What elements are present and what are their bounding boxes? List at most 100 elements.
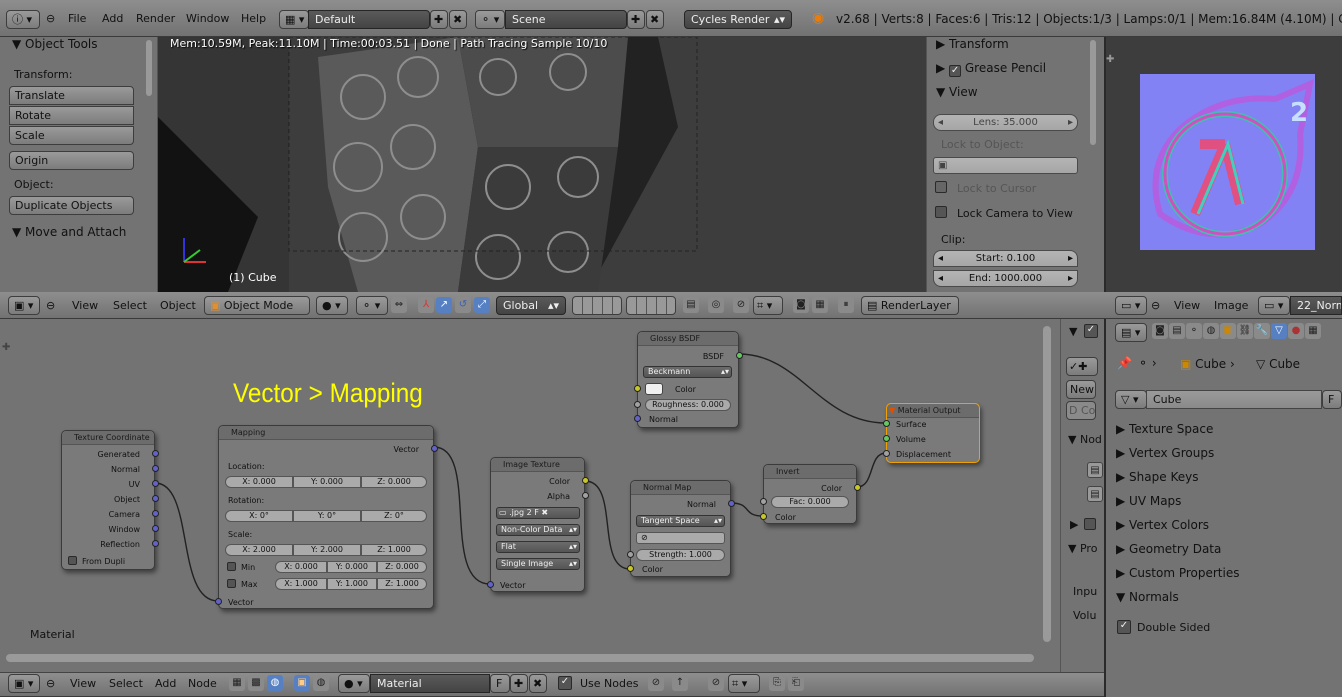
material-add-button[interactable]: ✚ xyxy=(510,674,528,693)
material-browse-button[interactable]: ● ▾ xyxy=(338,674,370,693)
scale-button[interactable]: Scale xyxy=(9,126,134,145)
node-invert[interactable]: Invert Color Fac: 0.000 Color xyxy=(760,464,861,524)
view3d-collapse-icon[interactable]: ⊖ xyxy=(46,299,55,312)
render-layers-tab-icon[interactable]: ▤ xyxy=(1169,323,1185,339)
properties-panel-header[interactable]: ▼ Pro xyxy=(1068,542,1097,555)
collapse-menus-icon[interactable]: ⊖ xyxy=(46,12,55,25)
glossy-color-swatch[interactable] xyxy=(645,383,663,395)
data-tab-icon[interactable]: ▽ xyxy=(1271,323,1287,339)
scl-x-field[interactable]: X: 2.000 xyxy=(225,544,293,556)
layers-grid-1[interactable] xyxy=(572,296,622,315)
loc-y-field[interactable]: Y: 0.000 xyxy=(293,476,361,488)
socket-invert-color[interactable] xyxy=(760,513,767,520)
orientation-dropdown[interactable]: Global ▴▾ xyxy=(496,296,566,315)
loc-x-field[interactable]: X: 0.000 xyxy=(225,476,293,488)
origin-button[interactable]: Origin xyxy=(9,151,134,170)
node-menu-view[interactable]: View xyxy=(70,677,96,690)
socket-object[interactable] xyxy=(152,495,159,502)
socket-glossy-roughness[interactable] xyxy=(634,401,641,408)
compositing-nodes-icon[interactable]: ▩ xyxy=(248,675,264,691)
mesh-fake-user-button[interactable]: F xyxy=(1322,390,1342,409)
max-checkbox[interactable] xyxy=(227,579,236,588)
pin-icon[interactable]: 📌 xyxy=(1117,356,1132,370)
fac-field[interactable]: Fac: 0.000 xyxy=(771,496,849,508)
socket-imgtex-vector[interactable] xyxy=(487,581,494,588)
distribution-dropdown[interactable]: Beckmann ▴▾ xyxy=(643,366,732,378)
paste-nodes-icon[interactable]: ⎗ xyxy=(788,675,804,691)
scl-z-field[interactable]: Z: 1.000 xyxy=(361,544,427,556)
roughness-field[interactable]: Roughness: 0.000 xyxy=(645,399,731,411)
render-layer-field[interactable]: ▤ RenderLayer xyxy=(861,296,959,315)
layout-remove-button[interactable]: ✖ xyxy=(449,10,467,29)
texture-nodes-icon[interactable]: ◍ xyxy=(267,675,283,691)
menu-help[interactable]: Help xyxy=(241,12,266,25)
socket-glossy-normal[interactable] xyxy=(634,415,641,422)
space-dropdown[interactable]: Tangent Space ▴▾ xyxy=(636,515,725,527)
panel-texture-space[interactable]: ▶ Texture Space xyxy=(1110,418,1342,440)
node-sidebar-checkbox[interactable]: ✓ xyxy=(1084,324,1098,338)
image-menu-view[interactable]: View xyxy=(1174,299,1200,312)
panel-shape-keys[interactable]: ▶ Shape Keys xyxy=(1110,466,1342,488)
socket-glossy-color[interactable] xyxy=(634,385,641,392)
translate-manipulator-icon[interactable]: ⅄ xyxy=(418,297,434,313)
image-browse-button[interactable]: ▭ ▾ xyxy=(1258,296,1290,315)
menu-add[interactable]: Add xyxy=(102,12,123,25)
socket-window[interactable] xyxy=(152,525,159,532)
editor-type-info-button[interactable]: ⓘ ▾ xyxy=(6,10,40,29)
node-glossy-bsdf[interactable]: Glossy BSDF BSDF Beckmann ▴▾ Color Roughn… xyxy=(634,331,743,428)
material-name-field[interactable]: Material xyxy=(370,674,490,693)
modifiers-tab-icon[interactable]: 🔧 xyxy=(1254,323,1270,339)
snap-node-element-dropdown[interactable]: ⌗ ▾ xyxy=(728,674,760,693)
min-z-field[interactable]: Z: 0.000 xyxy=(377,561,427,573)
from-dupli-checkbox[interactable] xyxy=(68,556,77,565)
properties-editor-type[interactable]: ▤ ▾ xyxy=(1115,323,1147,342)
move-widget-icon[interactable]: ↗ xyxy=(436,297,452,313)
panel-normals[interactable]: ▼ Normals xyxy=(1110,586,1342,608)
uvmap-field[interactable]: ⊘ xyxy=(636,532,725,544)
node-collapse-icon[interactable]: ⊖ xyxy=(46,677,55,690)
projection-dropdown[interactable]: Single Image ▴▾ xyxy=(496,558,580,570)
socket-output-volume[interactable] xyxy=(883,435,890,442)
min-y-field[interactable]: Y: 0.000 xyxy=(327,561,377,573)
panel-custom-properties[interactable]: ▶ Custom Properties xyxy=(1110,562,1342,584)
render-still-icon[interactable]: ◙ xyxy=(793,297,809,313)
interpolation-dropdown[interactable]: Flat ▴▾ xyxy=(496,541,580,553)
image-name-field[interactable]: 22_Norm xyxy=(1290,296,1342,315)
clip-end-field[interactable]: ◂ End: 1000.000 ▸ xyxy=(933,270,1078,287)
node-normal-map[interactable]: Normal Map Normal Tangent Space ▴▾ ⊘ Stre… xyxy=(627,480,735,577)
max-x-field[interactable]: X: 1.000 xyxy=(275,578,327,590)
node-menu-node[interactable]: Node xyxy=(188,677,217,690)
object-mode-dropdown[interactable]: ▣ Object Mode▴▾ xyxy=(204,296,310,315)
node-image-texture[interactable]: Image Texture Color Alpha ▭ .jpg 2 F ✖ N… xyxy=(487,457,589,592)
mesh-name-field[interactable]: Cube xyxy=(1146,390,1322,409)
new-material-button[interactable]: New xyxy=(1066,380,1096,399)
menu-file[interactable]: File xyxy=(68,12,86,25)
scene-field[interactable]: Scene xyxy=(505,10,627,29)
translate-button[interactable]: Translate xyxy=(9,86,134,105)
use-nodes-checkbox[interactable]: ✓ xyxy=(558,676,572,690)
socket-mapping-out[interactable] xyxy=(431,445,438,452)
node-sidebar-icon-1[interactable]: ▤ xyxy=(1087,462,1103,478)
mesh-browse-button[interactable]: ▽ ▾ xyxy=(1115,390,1147,409)
rot-z-field[interactable]: Z: 0° xyxy=(361,510,427,522)
socket-output-displacement[interactable] xyxy=(883,450,890,457)
socket-output-surface[interactable] xyxy=(883,420,890,427)
socket-camera[interactable] xyxy=(152,510,159,517)
snap-toggle-node-icon[interactable]: ⊘ xyxy=(708,675,724,691)
view-panel-header[interactable]: ▼ View xyxy=(936,85,978,99)
world-tab-icon[interactable]: ◍ xyxy=(1203,323,1219,339)
socket-normalmap-strength[interactable] xyxy=(627,551,634,558)
node-panel-header[interactable]: ▼ Nod xyxy=(1068,433,1102,446)
socket-generated[interactable] xyxy=(152,450,159,457)
lock-object-field[interactable]: ▣ xyxy=(933,157,1078,174)
node-vertical-scrollbar[interactable] xyxy=(1043,326,1051,642)
lock-layers-icon[interactable]: ▤ xyxy=(683,297,699,313)
node-editor-type-button[interactable]: ▣ ▾ xyxy=(8,674,40,693)
socket-imgtex-alpha[interactable] xyxy=(582,492,589,499)
strength-field[interactable]: Strength: 1.000 xyxy=(636,549,725,561)
scene-remove-button[interactable]: ✖ xyxy=(646,10,664,29)
grease-pencil-panel-header[interactable]: ▶ ✓ Grease Pencil xyxy=(936,61,1046,77)
rot-y-field[interactable]: Y: 0° xyxy=(293,510,361,522)
node-sidebar-icon-btn[interactable]: ✓✚ xyxy=(1066,357,1098,376)
render-tab-icon[interactable]: ◙ xyxy=(1152,323,1168,339)
